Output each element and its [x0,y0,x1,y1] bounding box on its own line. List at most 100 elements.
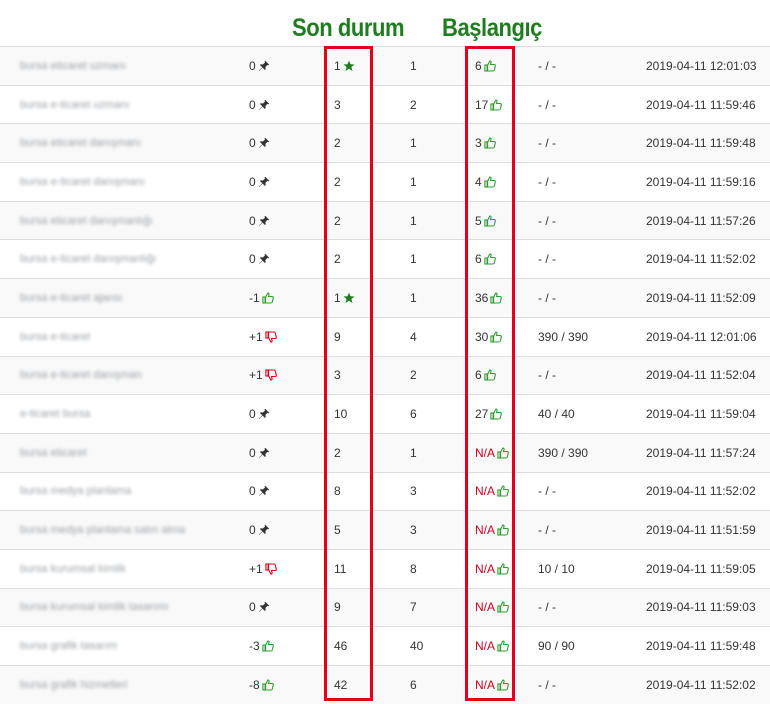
change-cell: 0 [249,240,270,278]
change-cell-text: 0 [249,252,256,267]
change-cell: 0 [249,395,270,433]
last-checked-cell-text: 2019-04-11 11:57:26 [646,213,756,228]
keyword-cell: e-ticaret bursa [20,395,90,433]
table-row: bursa eticaret danışmanlığı 0 2 1 5- / -2019… [0,200,770,240]
keyword-cell: bursa kurumsal kimlik tasarımı [20,589,169,627]
last-checked-cell: 2019-04-11 11:52:04 [646,357,756,395]
search-volume-cell: - / - [538,86,556,124]
best-position-cell-text: 6 [410,407,417,422]
last-checked-cell: 2019-04-11 11:59:48 [646,627,756,665]
best-position-cell: 1 [410,240,417,278]
change-cell-text: -1 [249,290,260,305]
best-position-cell: 40 [410,627,423,665]
last-checked-cell: 2019-04-11 11:52:09 [646,279,756,317]
best-position-cell-text: 1 [410,290,417,305]
best-position-cell-text: 4 [410,329,417,344]
last-checked-cell-text: 2019-04-11 11:51:59 [646,523,756,538]
best-position-cell-text: 6 [410,677,417,692]
pin-icon [258,215,270,227]
search-volume-cell-text: - / - [538,97,556,112]
last-checked-cell: 2019-04-11 11:59:16 [646,163,756,201]
best-position-cell-text: 7 [410,600,417,615]
keyword-cell-text: bursa e-ticaret danışman [20,369,142,382]
search-volume-cell: 90 / 90 [538,627,575,665]
best-position-cell-text: 2 [410,97,417,112]
best-position-cell: 8 [410,550,417,588]
table-row: bursa e-ticaret uzmanı 0 3 2 17- / -2019-04-… [0,84,770,124]
table-row: bursa kurumsal kimlik tasarımı 0 9 7 N/A - / … [0,587,770,627]
annotation-start-position: Başlangıç [442,14,542,42]
search-volume-cell: - / - [538,589,556,627]
search-volume-cell-text: - / - [538,213,556,228]
change-cell-text: 0 [249,174,256,189]
keyword-cell-text: bursa kurumsal kimlik [20,562,126,575]
search-volume-cell-text: - / - [538,523,556,538]
keyword-cell-text: bursa eticaret danışmanı [20,137,142,150]
table-row: bursa medya planlama 0 8 3 N/A - / -2019-04-1… [0,471,770,511]
change-cell-text: +1 [249,561,263,576]
last-checked-cell: 2019-04-11 12:01:03 [646,47,757,85]
change-cell: 0 [249,473,270,511]
last-checked-cell: 2019-04-11 11:57:24 [646,434,756,472]
table-row: bursa eticaret 0 2 1 N/A 390 / 390 2019-04-11 … [0,432,770,472]
best-position-cell: 6 [410,395,417,433]
last-checked-cell-text: 2019-04-11 11:52:04 [646,368,756,383]
best-position-cell-text: 40 [410,639,424,654]
search-volume-cell-text: 90 / 90 [538,639,575,654]
best-position-cell: 2 [410,357,417,395]
keyword-cell: bursa eticaret danışmanlığı [20,202,153,240]
best-position-cell-text: 1 [410,445,417,460]
change-cell-text: 0 [249,484,256,499]
search-volume-cell: - / - [538,47,556,85]
change-cell: 0 [249,202,270,240]
pin-icon [258,253,270,265]
best-position-cell: 1 [410,202,417,240]
change-cell: +1 [249,357,277,395]
search-volume-cell-text: - / - [538,677,556,692]
search-volume-cell-text: - / - [538,252,556,267]
keyword-cell-text: e-ticaret bursa [20,408,91,421]
search-volume-cell: 10 / 10 [538,550,575,588]
best-position-cell: 7 [410,589,417,627]
best-position-cell-text: 8 [410,561,417,576]
last-checked-cell: 2019-04-11 11:59:48 [646,124,756,162]
pin-icon [258,408,270,420]
pin-icon [258,485,270,497]
last-checked-cell-text: 2019-04-11 12:01:03 [646,58,757,73]
change-cell-text: 0 [249,600,256,615]
search-volume-cell-text: 40 / 40 [538,407,575,422]
last-checked-cell-text: 2019-04-11 11:59:04 [646,407,756,422]
change-cell: 0 [249,434,270,472]
last-checked-cell-text: 2019-04-11 11:59:05 [646,561,756,576]
last-checked-cell: 2019-04-11 11:59:46 [646,86,756,124]
change-cell-text: 0 [249,407,256,422]
keyword-cell: bursa medya planlama satın alma [20,511,185,549]
change-cell: -8 [249,666,274,704]
table-row: bursa e-ticaret +1 9 4 30 390 / 390 2019-04-11… [0,316,770,356]
search-volume-cell-text: 10 / 10 [538,561,575,576]
best-position-cell-text: 1 [410,213,417,228]
keyword-cell-text: bursa e-ticaret danışmanı [20,175,145,188]
keyword-cell: bursa e-ticaret danışmanı [20,163,145,201]
keyword-cell-text: bursa eticaret uzmanı [20,59,126,72]
keyword-cell-text: bursa e-ticaret [20,330,91,343]
last-checked-cell-text: 2019-04-11 11:52:09 [646,290,756,305]
search-volume-cell-text: - / - [538,600,556,615]
last-checked-cell: 2019-04-11 11:59:05 [646,550,756,588]
thumb-down-icon [265,331,277,343]
change-cell-text: 0 [249,58,256,73]
search-volume-cell-text: - / - [538,174,556,189]
change-cell-text: -3 [249,639,260,654]
keyword-cell: bursa grafik tasarım [20,627,117,665]
last-checked-cell-text: 2019-04-11 11:52:02 [646,484,756,499]
change-cell: 0 [249,163,270,201]
change-cell-text: +1 [249,368,263,383]
keyword-cell: bursa e-ticaret [20,318,90,356]
search-volume-cell: - / - [538,202,556,240]
keyword-cell: bursa e-ticaret danışman [20,357,142,395]
keyword-cell: bursa eticaret danışmanı [20,124,141,162]
change-cell: -3 [249,627,274,665]
table-row: bursa e-ticaret danışman +1 3 2 6- / -2019-0… [0,355,770,395]
change-cell-text: 0 [249,213,256,228]
last-checked-cell: 2019-04-11 12:01:06 [646,318,757,356]
